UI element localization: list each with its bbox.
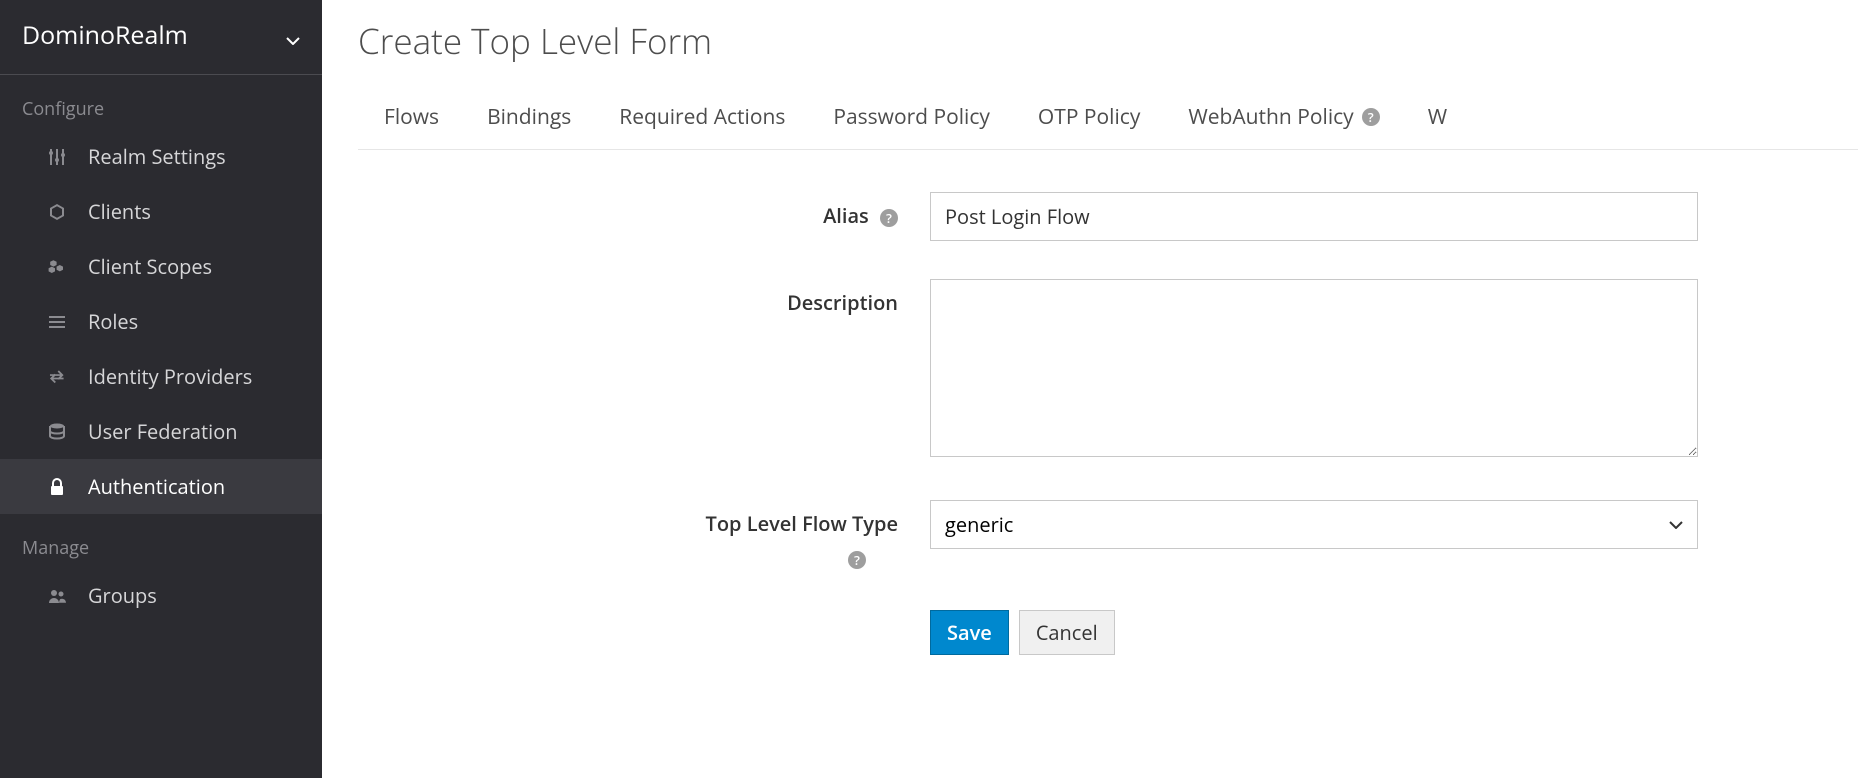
- sidebar-item-label: Client Scopes: [88, 253, 212, 280]
- exchange-icon: [46, 366, 68, 388]
- list-icon: [46, 311, 68, 333]
- sidebar-item-user-federation[interactable]: User Federation: [0, 404, 322, 459]
- tab-truncated[interactable]: W: [1428, 93, 1447, 149]
- help-icon[interactable]: ?: [848, 551, 866, 569]
- alias-input[interactable]: [930, 192, 1698, 241]
- cube-icon: [46, 201, 68, 223]
- form-row-alias: Alias ?: [358, 192, 1858, 241]
- sidebar-item-label: Authentication: [88, 473, 225, 500]
- tabs: Flows Bindings Required Actions Password…: [358, 93, 1858, 150]
- cancel-button[interactable]: Cancel: [1019, 610, 1115, 655]
- form-row-flow-type: Top Level Flow Type ? generic: [358, 500, 1858, 572]
- lock-icon: [46, 476, 68, 498]
- sidebar-item-label: Roles: [88, 308, 138, 335]
- sidebar-item-clients[interactable]: Clients: [0, 184, 322, 239]
- tab-required-actions[interactable]: Required Actions: [619, 93, 785, 149]
- sidebar-section-manage: Manage: [0, 514, 322, 568]
- save-button[interactable]: Save: [930, 610, 1009, 655]
- flow-type-select[interactable]: generic: [930, 500, 1698, 549]
- help-icon[interactable]: ?: [880, 209, 898, 227]
- sidebar: DominoRealm Configure Realm Settings Cli…: [0, 0, 322, 778]
- users-icon: [46, 585, 68, 607]
- realm-name: DominoRealm: [22, 18, 188, 52]
- sidebar-item-label: Realm Settings: [88, 143, 226, 170]
- page-title: Create Top Level Form: [358, 18, 1858, 65]
- sidebar-item-authentication[interactable]: Authentication: [0, 459, 322, 514]
- description-textarea[interactable]: [930, 279, 1698, 457]
- database-icon: [46, 421, 68, 443]
- sidebar-item-label: Groups: [88, 582, 157, 609]
- main-content: Create Top Level Form Flows Bindings Req…: [322, 0, 1858, 778]
- tab-webauthn-policy[interactable]: WebAuthn Policy ?: [1188, 93, 1379, 149]
- sidebar-item-groups[interactable]: Groups: [0, 568, 322, 623]
- sidebar-item-identity-providers[interactable]: Identity Providers: [0, 349, 322, 404]
- chevron-down-icon: [286, 28, 300, 42]
- tab-password-policy[interactable]: Password Policy: [833, 93, 990, 149]
- tab-flows[interactable]: Flows: [384, 93, 439, 149]
- tab-bindings[interactable]: Bindings: [487, 93, 571, 149]
- sidebar-item-label: Identity Providers: [88, 363, 252, 390]
- sidebar-item-realm-settings[interactable]: Realm Settings: [0, 129, 322, 184]
- cubes-icon: [46, 256, 68, 278]
- label-description: Description: [358, 279, 930, 317]
- sliders-icon: [46, 146, 68, 168]
- form-row-description: Description: [358, 279, 1858, 462]
- label-flow-type: Top Level Flow Type ?: [358, 500, 930, 572]
- realm-selector[interactable]: DominoRealm: [0, 0, 322, 75]
- sidebar-item-client-scopes[interactable]: Client Scopes: [0, 239, 322, 294]
- sidebar-section-configure: Configure: [0, 75, 322, 129]
- sidebar-item-roles[interactable]: Roles: [0, 294, 322, 349]
- button-row: Save Cancel: [930, 610, 1858, 655]
- label-alias: Alias ?: [358, 192, 930, 230]
- sidebar-item-label: Clients: [88, 198, 151, 225]
- help-icon[interactable]: ?: [1362, 108, 1380, 126]
- tab-otp-policy[interactable]: OTP Policy: [1038, 93, 1140, 149]
- sidebar-item-label: User Federation: [88, 418, 238, 445]
